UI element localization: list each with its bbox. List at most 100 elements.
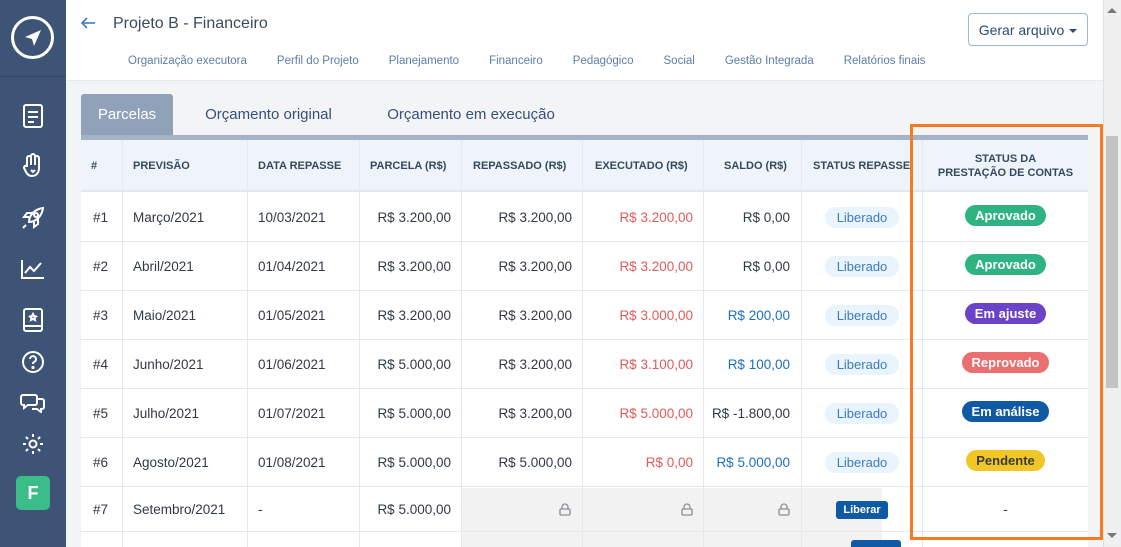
row-parcela: R$ 3.200,00 xyxy=(377,308,451,323)
col-divider xyxy=(703,140,704,547)
col-repassado: REPASSADO (R$) xyxy=(473,160,567,172)
row-repassado: R$ 3.200,00 xyxy=(498,308,572,323)
col-divider xyxy=(582,140,583,547)
liberado-badge: Liberado xyxy=(824,354,900,375)
row-saldo: R$ 200,00 xyxy=(727,308,790,323)
chat-icon[interactable] xyxy=(19,388,47,416)
nav-link-planejamento[interactable]: Planejamento xyxy=(389,55,459,67)
row-data-repasse: - xyxy=(258,502,263,517)
nav-link-financeiro[interactable]: Financeiro xyxy=(489,55,543,67)
row-executado: R$ 3.100,00 xyxy=(619,357,693,372)
lock-icon xyxy=(778,487,790,532)
nav-link-pedagogico[interactable]: Pedagógico xyxy=(573,55,634,67)
rocket-icon[interactable] xyxy=(19,204,47,232)
row-saldo: R$ 0,00 xyxy=(742,210,790,225)
section-nav: Organização executora Perfil do Projeto … xyxy=(128,55,956,67)
row-status-repasse: Liberado xyxy=(802,291,922,340)
liberado-badge: Liberado xyxy=(824,403,900,424)
col-divider xyxy=(247,140,248,547)
nav-link-social[interactable]: Social xyxy=(664,55,695,67)
row-status-repasse: Liberado xyxy=(802,193,922,242)
row-status-repasse: Liberado xyxy=(802,438,922,487)
nav-link-organizacao[interactable]: Organização executora xyxy=(128,55,247,67)
scrollbar-thumb[interactable] xyxy=(1106,136,1118,388)
row-saldo: R$ 100,00 xyxy=(727,357,790,372)
app-logo-icon[interactable] xyxy=(11,16,54,59)
row-saldo: R$ 5.000,00 xyxy=(716,455,790,470)
col-saldo: SALDO (R$) xyxy=(724,160,787,172)
scroll-down-arrow-icon[interactable] xyxy=(1107,533,1117,538)
col-parcela: PARCELA (R$) xyxy=(370,160,447,172)
document-icon[interactable] xyxy=(19,102,47,130)
row-previsao: Agosto/2021 xyxy=(133,455,209,470)
row-previsao: Julho/2021 xyxy=(133,406,200,421)
liberado-badge: Liberado xyxy=(824,207,900,228)
row-data-repasse: 01/06/2021 xyxy=(258,357,326,372)
row-executado: R$ 0,00 xyxy=(645,455,693,470)
sidebar: F xyxy=(0,0,66,547)
col-divider xyxy=(801,140,802,547)
row-parcela: R$ 3.200,00 xyxy=(377,210,451,225)
row-number: #4 xyxy=(93,357,109,372)
row-repassado: R$ 5.000,00 xyxy=(498,455,572,470)
liberar-button-partial[interactable] xyxy=(851,540,901,547)
row-number: #2 xyxy=(93,259,109,274)
row-status-repasse: Liberado xyxy=(802,389,922,438)
row-data-repasse: 01/04/2021 xyxy=(258,259,326,274)
lock-icon xyxy=(559,487,571,532)
scroll-up-arrow-icon[interactable] xyxy=(1107,8,1117,13)
row-number: #7 xyxy=(93,502,109,517)
row-previsao: Abril/2021 xyxy=(133,259,194,274)
generate-file-button[interactable]: Gerar arquivo xyxy=(968,13,1088,46)
liberado-badge: Liberado xyxy=(824,256,900,277)
row-previsao: Setembro/2021 xyxy=(133,502,226,517)
row-data-repasse: 01/05/2021 xyxy=(258,308,326,323)
row-status-repasse: Liberado xyxy=(802,340,922,389)
row-data-repasse: 10/03/2021 xyxy=(258,210,326,225)
tab-orcamento-original[interactable]: Orçamento original xyxy=(185,94,352,135)
highlight-box xyxy=(910,124,1103,540)
col-status-repasse: STATUS REPASSE xyxy=(813,160,911,172)
tab-parcelas[interactable]: Parcelas xyxy=(81,94,173,135)
row-parcela: R$ 5.000,00 xyxy=(377,357,451,372)
row-previsao: Junho/2021 xyxy=(133,357,204,372)
row-executado: R$ 5.000,00 xyxy=(619,406,693,421)
row-repassado: R$ 3.200,00 xyxy=(498,357,572,372)
row-repassado: R$ 3.200,00 xyxy=(498,259,572,274)
liberado-badge: Liberado xyxy=(824,305,900,326)
user-avatar[interactable]: F xyxy=(16,476,50,510)
help-icon[interactable] xyxy=(19,348,47,376)
row-executado: R$ 3.000,00 xyxy=(619,308,693,323)
row-parcela: R$ 5.000,00 xyxy=(377,406,451,421)
row-parcela: R$ 3.200,00 xyxy=(377,259,451,274)
row-number: #1 xyxy=(93,210,109,225)
book-icon[interactable] xyxy=(19,306,47,334)
row-previsao: Maio/2021 xyxy=(133,308,197,323)
row-status-repasse: Liberar xyxy=(802,487,922,532)
col-divider xyxy=(122,140,123,547)
sidebar-divider xyxy=(0,76,66,77)
hand-heart-icon[interactable] xyxy=(19,152,47,180)
row-saldo: R$ -1.800,00 xyxy=(711,406,790,421)
liberado-badge: Liberado xyxy=(824,452,900,473)
tab-orcamento-execucao[interactable]: Orçamento em execução xyxy=(368,94,574,135)
gear-icon[interactable] xyxy=(19,430,47,458)
row-repassado: R$ 3.200,00 xyxy=(498,406,572,421)
nav-link-perfil[interactable]: Perfil do Projeto xyxy=(277,55,359,67)
col-previsao: PREVISÃO xyxy=(133,160,190,172)
row-data-repasse: 01/07/2021 xyxy=(258,406,326,421)
nav-link-relatorios[interactable]: Relatórios finais xyxy=(844,55,926,67)
page-title: Projeto B - Financeiro xyxy=(113,15,268,32)
row-data-repasse: 01/08/2021 xyxy=(258,455,326,470)
nav-link-gestao[interactable]: Gestão Integrada xyxy=(725,55,814,67)
col-data-repasse: DATA REPASSE xyxy=(258,160,342,172)
col-executado: EXECUTADO (R$) xyxy=(595,160,688,172)
row-previsao: Março/2021 xyxy=(133,210,205,225)
row-number: #3 xyxy=(93,308,109,323)
row-executado: R$ 3.200,00 xyxy=(619,210,693,225)
row-repassado: R$ 3.200,00 xyxy=(498,210,572,225)
lock-icon xyxy=(681,487,693,532)
liberar-button[interactable]: Liberar xyxy=(836,500,888,519)
back-arrow-icon[interactable] xyxy=(80,14,96,32)
chart-icon[interactable] xyxy=(19,255,47,283)
